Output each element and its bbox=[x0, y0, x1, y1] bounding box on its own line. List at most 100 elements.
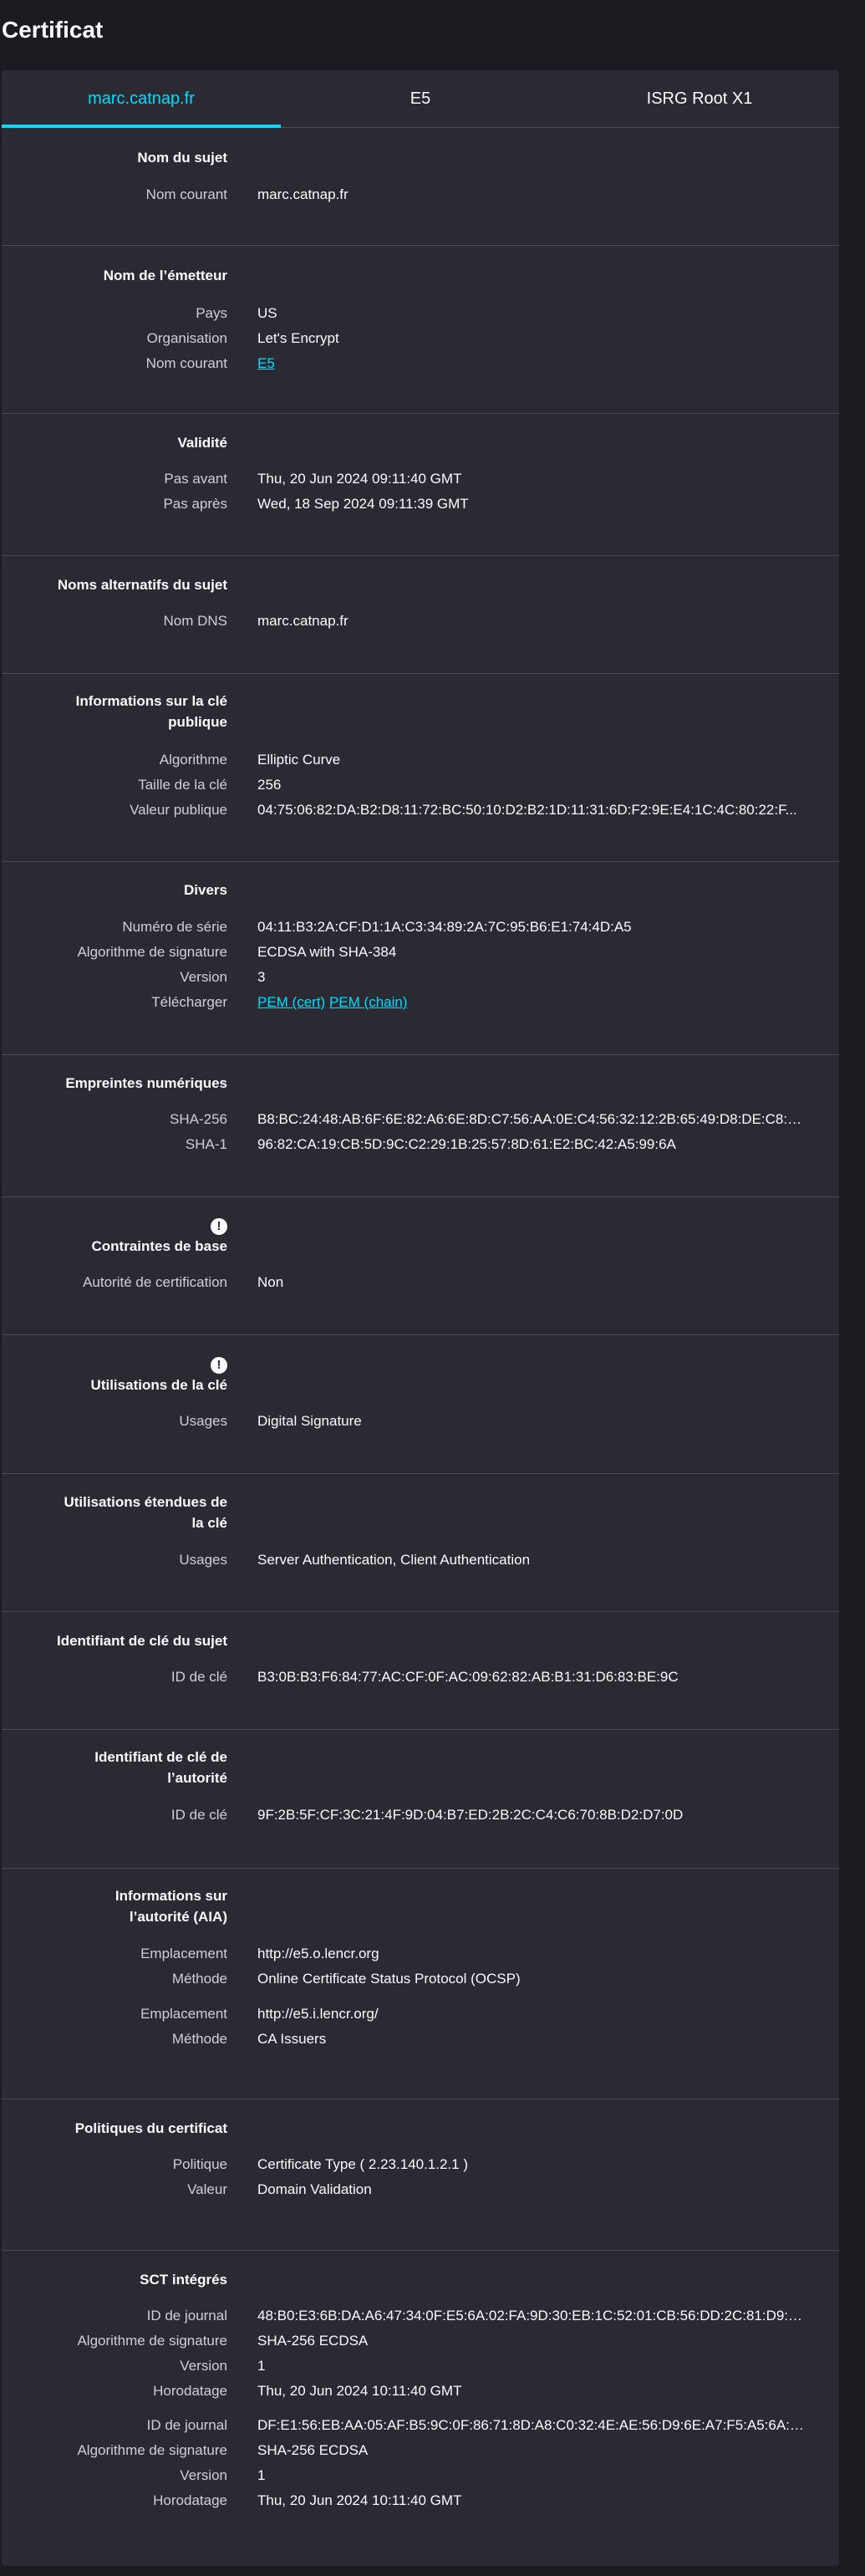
section-validity: Validité Pas avant Thu, 20 Jun 2024 09:11:… bbox=[2, 413, 839, 556]
field-value: US bbox=[257, 305, 277, 321]
section-title: Utilisations étendues de la clé bbox=[2, 1492, 227, 1533]
field-row: Taille de la clé 256 bbox=[2, 773, 839, 798]
tab-marc-catnap[interactable]: marc.catnap.fr bbox=[2, 70, 281, 128]
field-row: ID de journal 48:B0:E3:6B:DA:A6:47:34:0F:… bbox=[2, 2303, 839, 2329]
section-extended-key-usages: Utilisations étendues de la clé Usages Serv… bbox=[2, 1473, 839, 1612]
field-row: Valeur publique 04:75:06:82:DA:B2:D8:11:7… bbox=[2, 798, 839, 823]
tab-isrg-root-x1[interactable]: ISRG Root X1 bbox=[560, 70, 839, 127]
section-title: Informations sur l’autorité (AIA) bbox=[2, 1885, 227, 1927]
field-value: DF:E1:56:EB:AA:05:AF:B5:9C:0F:86:71:8D:A… bbox=[257, 2417, 809, 2433]
critical-warning-icon: ! bbox=[211, 1357, 227, 1374]
field-row: ID de journal DF:E1:56:EB:AA:05:AF:B5:9C:… bbox=[2, 2413, 839, 2438]
section-key-usages: ! Utilisations de la clé Usages Digital Sig… bbox=[2, 1334, 839, 1474]
field-row: SHA-1 96:82:CA:19:CB:5D:9C:C2:29:1B:25:57… bbox=[2, 1132, 839, 1157]
section-title: Validité bbox=[177, 435, 227, 451]
section-title: Utilisations de la clé bbox=[90, 1377, 227, 1393]
field-value: 04:75:06:82:DA:B2:D8:11:72:BC:50:10:D2:B… bbox=[257, 802, 797, 818]
field-label: Nom courant bbox=[145, 186, 227, 202]
section-subject-alt-names: Noms alternatifs du sujet Nom DNS marc.cat… bbox=[2, 555, 839, 674]
section-public-key: Informations sur la clé publique Algorithm… bbox=[2, 673, 839, 862]
field-label: Algorithme bbox=[159, 752, 227, 768]
pem-cert-link[interactable]: PEM (cert) bbox=[257, 994, 325, 1010]
field-row: Méthode Online Certificate Status Protoco… bbox=[2, 1966, 839, 1992]
field-row: Emplacement http://e5.o.lencr.org bbox=[2, 1941, 839, 1966]
field-row: Algorithme de signature SHA-256 ECDSA bbox=[2, 2329, 839, 2354]
field-value: 96:82:CA:19:CB:5D:9C:C2:29:1B:25:57:8D:6… bbox=[257, 1136, 676, 1152]
field-value: http://e5.o.lencr.org bbox=[257, 1946, 379, 1961]
field-label: Pas après bbox=[163, 496, 227, 512]
field-label: Horodatage bbox=[153, 2492, 227, 2508]
section-title-line: Utilisations étendues de bbox=[64, 1494, 227, 1510]
tab-e5[interactable]: E5 bbox=[281, 70, 560, 127]
field-label: ID de journal bbox=[146, 2417, 227, 2433]
field-row: Valeur Domain Validation bbox=[2, 2177, 839, 2202]
field-row: Horodatage Thu, 20 Jun 2024 10:11:40 GMT bbox=[2, 2488, 839, 2513]
field-label: SHA-1 bbox=[185, 1136, 227, 1152]
section-embedded-scts: SCT intégrés ID de journal 48:B0:E3:6B:DA:… bbox=[2, 2250, 839, 2566]
field-row: Emplacement http://e5.i.lencr.org/ bbox=[2, 2002, 839, 2027]
field-row: Politique Certificate Type ( 2.23.140.1.2… bbox=[2, 2152, 839, 2177]
field-value: 04:11:B3:2A:CF:D1:1A:C3:34:89:2A:7C:95:B… bbox=[257, 919, 632, 935]
field-label: ID de clé bbox=[170, 1807, 227, 1823]
certificate-card: marc.catnap.fr E5 ISRG Root X1 Nom du su… bbox=[2, 70, 839, 2566]
field-value: Let's Encrypt bbox=[257, 330, 339, 346]
field-label: Algorithme de signature bbox=[77, 2442, 227, 2458]
field-value: 9F:2B:5F:CF:3C:21:4F:9D:04:B7:ED:2B:2C:C… bbox=[257, 1807, 684, 1823]
field-value: B3:0B:B3:F6:84:77:AC:CF:0F:AC:09:62:82:A… bbox=[257, 1669, 679, 1685]
field-value: Domain Validation bbox=[257, 2181, 372, 2197]
field-value: marc.catnap.fr bbox=[257, 186, 349, 202]
section-certificate-policies: Politiques du certificat Politique Certifi… bbox=[2, 2099, 839, 2251]
field-label: Emplacement bbox=[140, 2006, 227, 2022]
field-value: marc.catnap.fr bbox=[257, 613, 349, 629]
section-title-line: l’autorité (AIA) bbox=[129, 1909, 227, 1925]
field-row: Organisation Let's Encrypt bbox=[2, 326, 839, 351]
field-row: Version 1 bbox=[2, 2354, 839, 2379]
certificate-tabs: marc.catnap.fr E5 ISRG Root X1 bbox=[2, 70, 839, 128]
field-value: SHA-256 ECDSA bbox=[257, 2442, 369, 2458]
pem-chain-link[interactable]: PEM (chain) bbox=[329, 994, 408, 1010]
field-label: Méthode bbox=[171, 1971, 227, 1987]
field-label: Organisation bbox=[146, 330, 227, 346]
field-label: Algorithme de signature bbox=[77, 2333, 227, 2349]
field-label: ID de journal bbox=[146, 2308, 227, 2324]
section-title-line: la clé bbox=[191, 1515, 227, 1531]
field-row: SHA-256 B8:BC:24:48:AB:6F:6E:82:A6:6E:8D:… bbox=[2, 1107, 839, 1132]
field-value: Online Certificate Status Protocol (OCSP… bbox=[257, 1971, 521, 1987]
field-label: Usages bbox=[179, 1552, 227, 1568]
field-value: Thu, 20 Jun 2024 10:11:40 GMT bbox=[257, 2383, 462, 2399]
section-title: Politiques du certificat bbox=[74, 2120, 227, 2136]
section-title: SCT intégrés bbox=[140, 2272, 227, 2288]
section-title: Identifiant de clé de l’autorité bbox=[2, 1747, 227, 1788]
field-label: Usages bbox=[179, 1413, 227, 1429]
field-label: Version bbox=[180, 2358, 227, 2374]
section-title: Nom de l’émetteur bbox=[103, 268, 227, 283]
field-value: 3 bbox=[257, 969, 266, 985]
field-row: Version 3 bbox=[2, 965, 839, 990]
field-value: B8:BC:24:48:AB:6F:6E:82:A6:6E:8D:C7:56:A… bbox=[257, 1111, 809, 1127]
field-row: Usages Server Authentication, Client Auth… bbox=[2, 1548, 839, 1573]
issuer-link[interactable]: E5 bbox=[257, 351, 809, 376]
field-row: ID de clé B3:0B:B3:F6:84:77:AC:CF:0F:AC:0… bbox=[2, 1665, 839, 1690]
section-title-line: publique bbox=[168, 714, 227, 730]
field-value: http://e5.i.lencr.org/ bbox=[257, 2006, 379, 2022]
field-label: Algorithme de signature bbox=[77, 944, 227, 960]
field-label: Valeur publique bbox=[130, 802, 227, 818]
field-row: Pas avant Thu, 20 Jun 2024 09:11:40 GMT bbox=[2, 467, 839, 492]
section-authority-info-access: Informations sur l’autorité (AIA) Emplacem… bbox=[2, 1868, 839, 2099]
field-value: 48:B0:E3:6B:DA:A6:47:34:0F:E5:6A:02:FA:9… bbox=[257, 2308, 809, 2324]
field-label: Version bbox=[180, 2467, 227, 2483]
field-row: Pays US bbox=[2, 301, 839, 326]
field-row: Usages Digital Signature bbox=[2, 1409, 839, 1434]
field-label: Nom DNS bbox=[163, 613, 227, 629]
field-value: Server Authentication, Client Authentica… bbox=[257, 1552, 531, 1568]
field-value: Certificate Type ( 2.23.140.1.2.1 ) bbox=[257, 2156, 468, 2172]
section-title-line: Informations sur la clé bbox=[75, 693, 227, 709]
field-row: Télécharger PEM (cert) PEM (chain) bbox=[2, 990, 839, 1015]
field-value: Digital Signature bbox=[257, 1413, 362, 1429]
field-value: Elliptic Curve bbox=[257, 752, 341, 768]
field-value: 1 bbox=[257, 2467, 266, 2483]
section-subject: Nom du sujet Nom courant marc.catnap.fr bbox=[2, 127, 839, 246]
field-value: 1 bbox=[257, 2358, 266, 2374]
field-label: Taille de la clé bbox=[138, 777, 227, 793]
field-value: Thu, 20 Jun 2024 10:11:40 GMT bbox=[257, 2492, 462, 2508]
